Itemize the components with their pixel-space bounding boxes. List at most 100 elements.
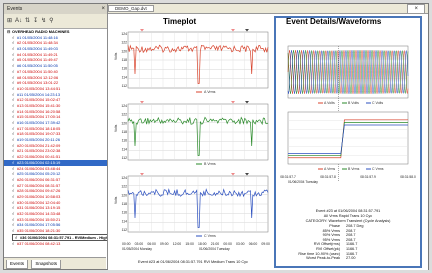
event-details: Event #23 at 01/06/2004 08:31:57.791 All …: [278, 209, 418, 261]
event-item-label: #12 01/05/2004 15:02:47: [17, 97, 61, 103]
waveform-xtick: 08:31:58.0: [400, 175, 416, 179]
toolbar-button-3[interactable]: ↧: [33, 18, 38, 24]
event-item-label: #3 01/05/2004 11:49:03: [17, 46, 58, 52]
event-item-label: #25 01/06/2004 05:20:12: [17, 171, 61, 177]
timeplot-xdates: 01/05/2004 Monday 01/06/2004 Tuesday: [122, 247, 270, 251]
event-item-label: #17 01/05/2004 18:18:05: [17, 125, 61, 131]
toolbar-button-5[interactable]: ⚲: [49, 18, 53, 24]
timeplot-ytick: 124: [121, 32, 127, 36]
event-item-label: #16 01/05/2004 17:39:42: [17, 120, 61, 125]
event-item-label: #18 01/05/2004 19:07:33: [17, 131, 61, 137]
timeplot-xtick: 00:00: [122, 242, 131, 246]
waveform-xdate: 01/06/2004 Tuesday: [288, 180, 318, 184]
event-marker-icon: [245, 29, 249, 32]
waveform-title: Event Details/Waveforms: [286, 17, 382, 26]
timeplot-legend-label: C Vrms: [204, 234, 216, 238]
toolbar-button-2[interactable]: ⇅: [25, 18, 30, 24]
timeplot-ytick: 124: [121, 176, 127, 180]
sidebar-title-bar: Events ×: [4, 4, 107, 14]
event-item-label: #26 01/06/2004 06:31:57: [17, 176, 61, 182]
timeplot-ytick: 124: [121, 104, 127, 108]
timeplot-xtick: 12:00: [172, 242, 182, 246]
report-canvas: Timeplot 124 122 120 118 116 114 112 Volts A Vrm…: [108, 13, 428, 270]
event-item-label: #19 01/05/2004 20:11:26: [17, 137, 60, 143]
timeplot-ytick: 122: [121, 113, 127, 117]
event-item-label: #33 01/06/2004 15:50:21: [17, 216, 61, 222]
timeplot-xticks: 00:00 03:00 06:00 09:00 12:00 15:00 18:00 21:00…: [122, 242, 270, 246]
waveform-chart[interactable]: A Volts B Volts C Volts A Vrms B Vrms C Vrms 0…: [278, 28, 418, 208]
timeplot-xtick: 00:00: [223, 242, 232, 246]
rms-legend-label: C Vrms: [372, 167, 384, 171]
toolbar-button-4[interactable]: ↯: [41, 18, 46, 24]
timeplot-xtick: 18:00: [198, 242, 207, 246]
event-item-label: #6 01/05/2004 11:50:05: [17, 63, 58, 69]
sidebar-close-icon[interactable]: ×: [101, 4, 105, 14]
events-tree[interactable]: ⊟ OVERHEAD RADIO MACHINES √ #1 01/05/2004 1…: [4, 29, 107, 247]
app-window: Events × ⊞ A↓ ⇅ ↧ ↯ ⚲ ⊟ OVERHEAD RADIO MACHINE…: [3, 3, 429, 270]
timeplot-xtick: 06:00: [147, 242, 156, 246]
timeplot-xtick: 15:00: [185, 242, 194, 246]
event-item-label: #1 01/05/2004 11:48:16: [17, 34, 58, 40]
events-sidebar: Events × ⊞ A↓ ⇅ ↧ ↯ ⚲ ⊟ OVERHEAD RADIO MACHINE…: [4, 4, 108, 269]
toolbar-button-1[interactable]: A↓: [15, 18, 22, 24]
tab-snapshots[interactable]: Snapshots: [31, 260, 62, 269]
timeplot-ytick: 122: [121, 41, 127, 45]
toolbar-button-0[interactable]: ⊞: [7, 18, 12, 24]
event-item-label: #2 01/05/2004 11:48:34: [17, 40, 58, 46]
event-item[interactable]: √ #36 01/06/2004 08:31:57.791 - RVIMedium…: [12, 233, 107, 242]
timeplot-ytick: 112: [122, 84, 128, 88]
timeplot-ytick: 116: [122, 67, 128, 71]
timeplot-xdate-left: 01/05/2004 Monday: [122, 247, 152, 251]
timeplot-xtick: 03:00: [236, 242, 245, 246]
timeplot-ytick: 116: [122, 139, 128, 143]
event-marker-icon: [245, 101, 249, 104]
timeplot-ytick: 118: [122, 202, 128, 206]
timeplot-ytick: 116: [122, 211, 128, 215]
document-area: DEMO_Gap.dvt × Timeplot 124 122 120 118 116 1…: [108, 4, 428, 270]
event-item-label: #35 01/06/2004 18:21:30: [17, 228, 61, 234]
event-detail-row: Worst Peak-to-Peak 27.00: [278, 256, 418, 261]
event-item-label: #27 01/06/2004 08:31:57: [17, 182, 61, 188]
timeplot-title: Timeplot: [163, 17, 197, 26]
timeplot-ytick: 118: [122, 130, 128, 134]
event-marker-icon: [231, 29, 235, 32]
event-marker-icon: [245, 173, 249, 176]
timeplot-ytick: 114: [122, 147, 128, 151]
timeplot-legend-label: A Vrms: [204, 90, 216, 94]
timeplot-ytick: 118: [122, 58, 128, 62]
timeplot-ylabel: Volts: [114, 52, 118, 60]
event-item-label: #36 01/06/2004 08:31:57.791 - RVIMedium …: [20, 234, 107, 240]
event-detail-key: Worst Peak-to-Peak: [306, 256, 340, 261]
event-marker-icon: [231, 101, 235, 104]
event-item-label: #37 01/06/2004 08:42:13: [17, 241, 61, 247]
event-marker-icon: [140, 101, 144, 104]
waveform-xtick: 08:31:57.9: [360, 175, 376, 179]
waveform-legend-label: B Volts: [348, 101, 359, 105]
sidebar-toolbar: ⊞ A↓ ⇅ ↧ ↯ ⚲: [4, 14, 107, 29]
event-item-label: #34 01/06/2004 17:05:56: [17, 222, 61, 228]
timeplot-ytick: 112: [122, 156, 128, 160]
event-item-label: #21 01/05/2004 23:02:38: [17, 148, 61, 154]
timeplot-ytick: 120: [121, 49, 127, 53]
event-item-label: #15 01/05/2004 17:00:14: [17, 114, 61, 120]
document-tab[interactable]: DEMO_Gap.dvt: [108, 5, 154, 12]
event-detail-value: 27.00: [346, 256, 356, 261]
event-item-label: #4 01/05/2004 11:49:21: [17, 51, 58, 57]
event-item-label: #29 01/06/2004 10:58:03: [17, 193, 61, 199]
tab-events[interactable]: Events: [6, 260, 29, 269]
event-item-label: OVERHEAD RADIO MACHINES: [12, 29, 70, 34]
timeplot-xtick: 09:00: [261, 242, 270, 246]
event-marker-icon: [231, 173, 235, 176]
timeplot-ylabel: Volts: [114, 124, 118, 132]
rms-legend-label: B Vrms: [348, 167, 360, 171]
timeplot-chart[interactable]: 124 122 120 118 116 114 112 Volts A Vrms 124 122 12…: [114, 28, 272, 248]
timeplot-ylabel: Volts: [114, 196, 118, 204]
event-item-label: #7 01/05/2004 11:50:40: [17, 68, 58, 74]
event-item-label: #9 01/05/2004 13:01:22: [17, 80, 59, 86]
timeplot-ytick: 122: [121, 185, 127, 189]
timeplot-ytick: 114: [122, 219, 128, 223]
event-item-label: #14 01/05/2004 16:20:58: [17, 108, 61, 114]
timeplot-xdate-right: 01/06/2004 Tuesday: [198, 247, 230, 251]
event-marker-icon: [140, 173, 144, 176]
sidebar-title: Events: [7, 6, 23, 12]
